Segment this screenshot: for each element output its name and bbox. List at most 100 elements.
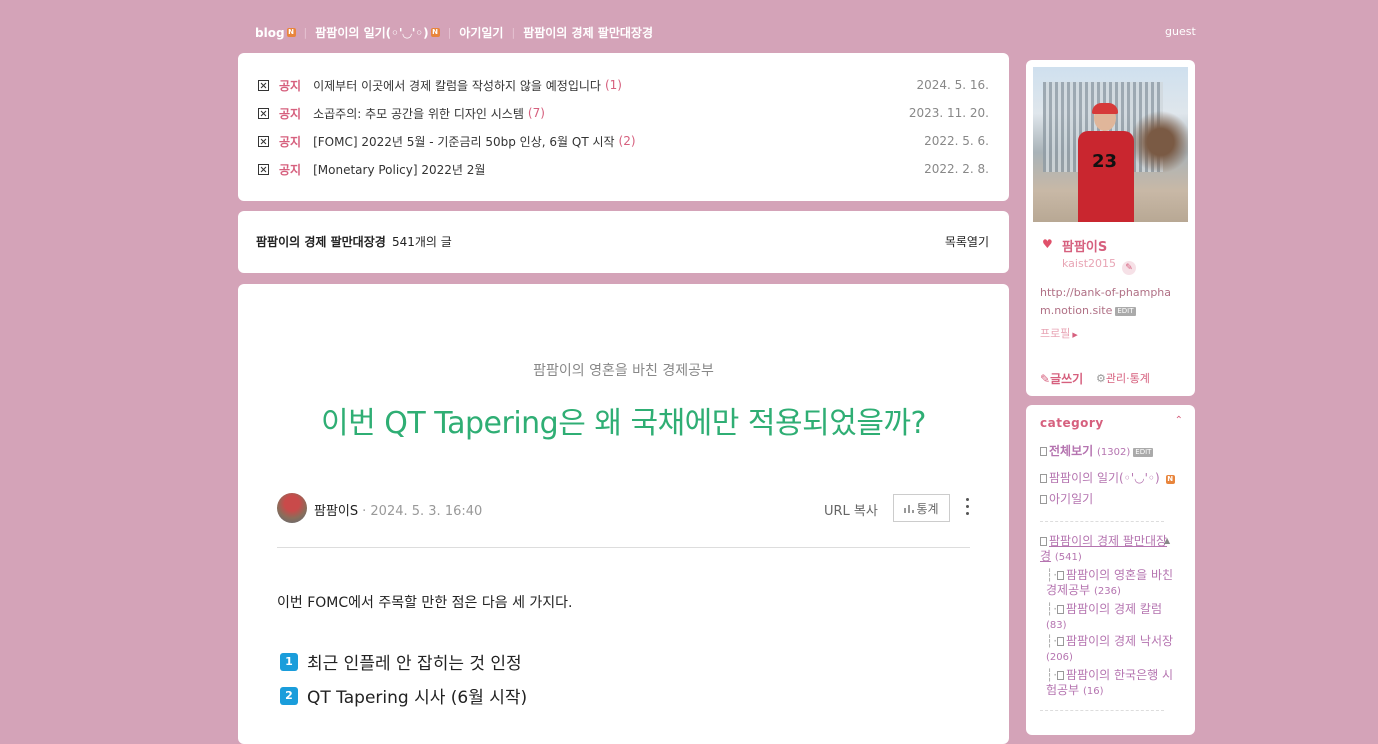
category-count: (541) bbox=[1054, 552, 1082, 563]
subcategory-label: 팜팜이의 경제 낙서장 bbox=[1066, 634, 1174, 648]
nav-separator: | bbox=[511, 26, 516, 39]
document-icon bbox=[1057, 571, 1065, 580]
document-icon bbox=[1040, 495, 1047, 504]
heart-icon: ♥ bbox=[1042, 237, 1053, 251]
triangle-up-icon[interactable]: ▲ bbox=[1164, 536, 1170, 545]
more-menu-icon[interactable] bbox=[964, 498, 970, 518]
subcategory-item[interactable]: ┆· 팜팜이의 영혼을 바친 경제공부 (236) bbox=[1046, 568, 1184, 599]
subcategory-label: 팜팜이의 경제 칼럼 bbox=[1066, 602, 1162, 616]
category-item-baby-diary[interactable]: 아기일기 bbox=[1040, 492, 1190, 507]
list-item-text: QT Tapering 시사 (6월 시작) bbox=[307, 688, 528, 708]
notice-title[interactable]: [FOMC] 2022년 5월 - 기준금리 50bp 인상, 6월 QT 시작 bbox=[313, 133, 614, 150]
post-count: 541개의 글 bbox=[391, 235, 452, 249]
list-item-text: 최근 인플레 안 잡히는 것 인정 bbox=[307, 654, 522, 674]
gear-icon: ⚙ bbox=[1096, 372, 1106, 385]
category-title: category bbox=[1040, 416, 1104, 430]
nav-baby-diary[interactable]: 아기일기 bbox=[459, 24, 503, 41]
post-date: · 2024. 5. 3. 16:40 bbox=[362, 504, 483, 519]
article-category[interactable]: 팜팜이의 영혼을 바친 경제공부 bbox=[238, 360, 1009, 380]
notice-row[interactable]: 공지 소곱주의: 추모 공간을 위한 디자인 시스템 (7) 2023. 11.… bbox=[258, 103, 989, 123]
document-icon bbox=[1040, 447, 1047, 456]
category-item-economy[interactable]: 팜팜이의 경제 팔만대장경 (541) bbox=[1040, 534, 1168, 565]
subcategory-count: (83) bbox=[1046, 620, 1067, 631]
category-item-diary[interactable]: 팜팜이의 일기(◦'◡'◦) N bbox=[1040, 471, 1190, 486]
notice-tag: 공지 bbox=[279, 134, 302, 149]
notice-title[interactable]: [Monetary Policy] 2022년 2월 bbox=[313, 161, 485, 178]
tree-line: ┆· bbox=[1046, 568, 1058, 582]
subcategory-count: (236) bbox=[1094, 586, 1121, 597]
profile-photo[interactable]: 23 bbox=[1033, 67, 1188, 222]
comment-count: (1) bbox=[604, 78, 622, 92]
divider bbox=[277, 547, 970, 548]
author-name[interactable]: 팜팜이S bbox=[314, 504, 358, 519]
admin-stats-button[interactable]: ⚙관리·통계 bbox=[1096, 370, 1150, 386]
notice-tag: 공지 bbox=[279, 78, 302, 93]
subcategory-item[interactable]: ┆· 팜팜이의 경제 낙서장 (206) bbox=[1046, 634, 1184, 665]
stats-label: 통계 bbox=[916, 501, 939, 516]
close-box-icon bbox=[258, 79, 269, 91]
list-item: 1 최근 인플레 안 잡히는 것 인정 bbox=[280, 649, 522, 674]
edit-badge[interactable]: EDIT bbox=[1115, 307, 1136, 316]
profile-panel: 23 ♥ 팜팜이S kaist2015 ✎ http://bank-of-pham… bbox=[1026, 60, 1195, 396]
top-nav: blog N | 팜팜이의 일기(◦'◡'◦) N | 아기일기 | 팜팜이의 경제… bbox=[255, 24, 653, 41]
close-box-icon bbox=[258, 107, 269, 119]
subcategory-item[interactable]: ┆· 팜팜이의 한국은행 시험공부 (16) bbox=[1046, 668, 1184, 699]
divider bbox=[1040, 521, 1164, 522]
list-item: 2 QT Tapering 시사 (6월 시작) bbox=[280, 683, 527, 708]
open-list-button[interactable]: 목록열기 bbox=[945, 233, 989, 250]
subcategory-item[interactable]: ┆· 팜팜이의 경제 칼럼 (83) bbox=[1046, 602, 1184, 633]
author-meta: 팜팜이S · 2024. 5. 3. 16:40 bbox=[314, 500, 482, 519]
nav-separator: | bbox=[303, 26, 308, 39]
stats-button[interactable]: 통계 bbox=[893, 494, 950, 522]
nav-separator: | bbox=[447, 26, 452, 39]
subcategory-label: 팜팜이의 한국은행 시험공부 bbox=[1046, 668, 1174, 697]
profile-link[interactable]: 프로필 ▶ bbox=[1040, 325, 1078, 341]
notice-title[interactable]: 소곱주의: 추모 공간을 위한 디자인 시스템 bbox=[313, 105, 524, 122]
notice-tag: 공지 bbox=[279, 106, 302, 121]
bar-chart-icon bbox=[904, 504, 915, 513]
new-badge: N bbox=[1165, 475, 1175, 484]
article: 팜팜이의 영혼을 바친 경제공부 이번 QT Tapering은 왜 국채에만 … bbox=[238, 284, 1009, 744]
chevron-up-icon[interactable]: ⌃ bbox=[1175, 415, 1183, 426]
close-box-icon bbox=[258, 135, 269, 147]
pencil-icon: ✎ bbox=[1040, 372, 1051, 386]
write-label: 글쓰기 bbox=[1050, 372, 1084, 386]
tree-line: ┆· bbox=[1046, 634, 1058, 648]
document-icon bbox=[1057, 671, 1065, 680]
nav-diary[interactable]: 팜팜이의 일기(◦'◡'◦) bbox=[315, 24, 428, 41]
article-paragraph: 이번 FOMC에서 주목할 만한 점은 다음 세 가지다. bbox=[277, 595, 573, 611]
guest-link[interactable]: guest bbox=[1165, 25, 1196, 38]
pencil-icon[interactable]: ✎ bbox=[1122, 261, 1137, 275]
notice-date: 2024. 5. 16. bbox=[916, 78, 989, 92]
category-header: 팜팜이의 경제 팔만대장경 541개의 글 목록열기 bbox=[238, 211, 1009, 273]
profile-name[interactable]: 팜팜이S bbox=[1062, 236, 1107, 255]
close-box-icon bbox=[258, 163, 269, 175]
author-avatar[interactable] bbox=[277, 493, 307, 523]
notice-date: 2022. 5. 6. bbox=[924, 134, 989, 148]
tree-line: ┆· bbox=[1046, 602, 1058, 616]
new-badge: N bbox=[430, 28, 440, 37]
document-icon bbox=[1040, 537, 1047, 546]
category-all[interactable]: 전체보기 (1302) EDIT bbox=[1040, 444, 1190, 460]
category-label: 팜팜이의 일기(◦'◡'◦) bbox=[1049, 471, 1160, 485]
article-title: 이번 QT Tapering은 왜 국채에만 적용되었을까? bbox=[321, 406, 926, 441]
edit-badge[interactable]: EDIT bbox=[1133, 448, 1154, 457]
url-copy-button[interactable]: URL 복사 bbox=[824, 500, 878, 519]
category-name-text: 팜팜이의 경제 팔만대장경 bbox=[256, 235, 386, 249]
new-badge: N bbox=[286, 28, 296, 37]
category-all-label: 전체보기 bbox=[1049, 444, 1094, 458]
notice-row[interactable]: 공지 [FOMC] 2022년 5월 - 기준금리 50bp 인상, 6월 QT… bbox=[258, 131, 989, 151]
notice-panel: 공지 이제부터 이곳에서 경제 칼럼을 작성하지 않을 예정입니다 (1) 20… bbox=[238, 53, 1009, 201]
notice-date: 2022. 2. 8. bbox=[924, 162, 989, 176]
notice-title[interactable]: 이제부터 이곳에서 경제 칼럼을 작성하지 않을 예정입니다 bbox=[313, 77, 601, 94]
category-panel: category ⌃ 전체보기 (1302) EDIT 팜팜이의 일기(◦'◡'◦… bbox=[1026, 405, 1195, 735]
notice-row[interactable]: 공지 이제부터 이곳에서 경제 칼럼을 작성하지 않을 예정입니다 (1) 20… bbox=[258, 75, 989, 95]
nav-blog[interactable]: blog bbox=[255, 26, 285, 40]
notice-date: 2023. 11. 20. bbox=[908, 106, 989, 120]
profile-url-link[interactable]: http://bank-of-phampham.notion.site bbox=[1040, 286, 1171, 317]
tree-line: ┆· bbox=[1046, 668, 1058, 682]
nav-economy[interactable]: 팜팜이의 경제 팔만대장경 bbox=[523, 24, 653, 41]
write-button[interactable]: ✎글쓰기 bbox=[1040, 370, 1083, 387]
document-icon bbox=[1057, 637, 1065, 646]
notice-row[interactable]: 공지 [Monetary Policy] 2022년 2월 2022. 2. 8… bbox=[258, 159, 989, 179]
